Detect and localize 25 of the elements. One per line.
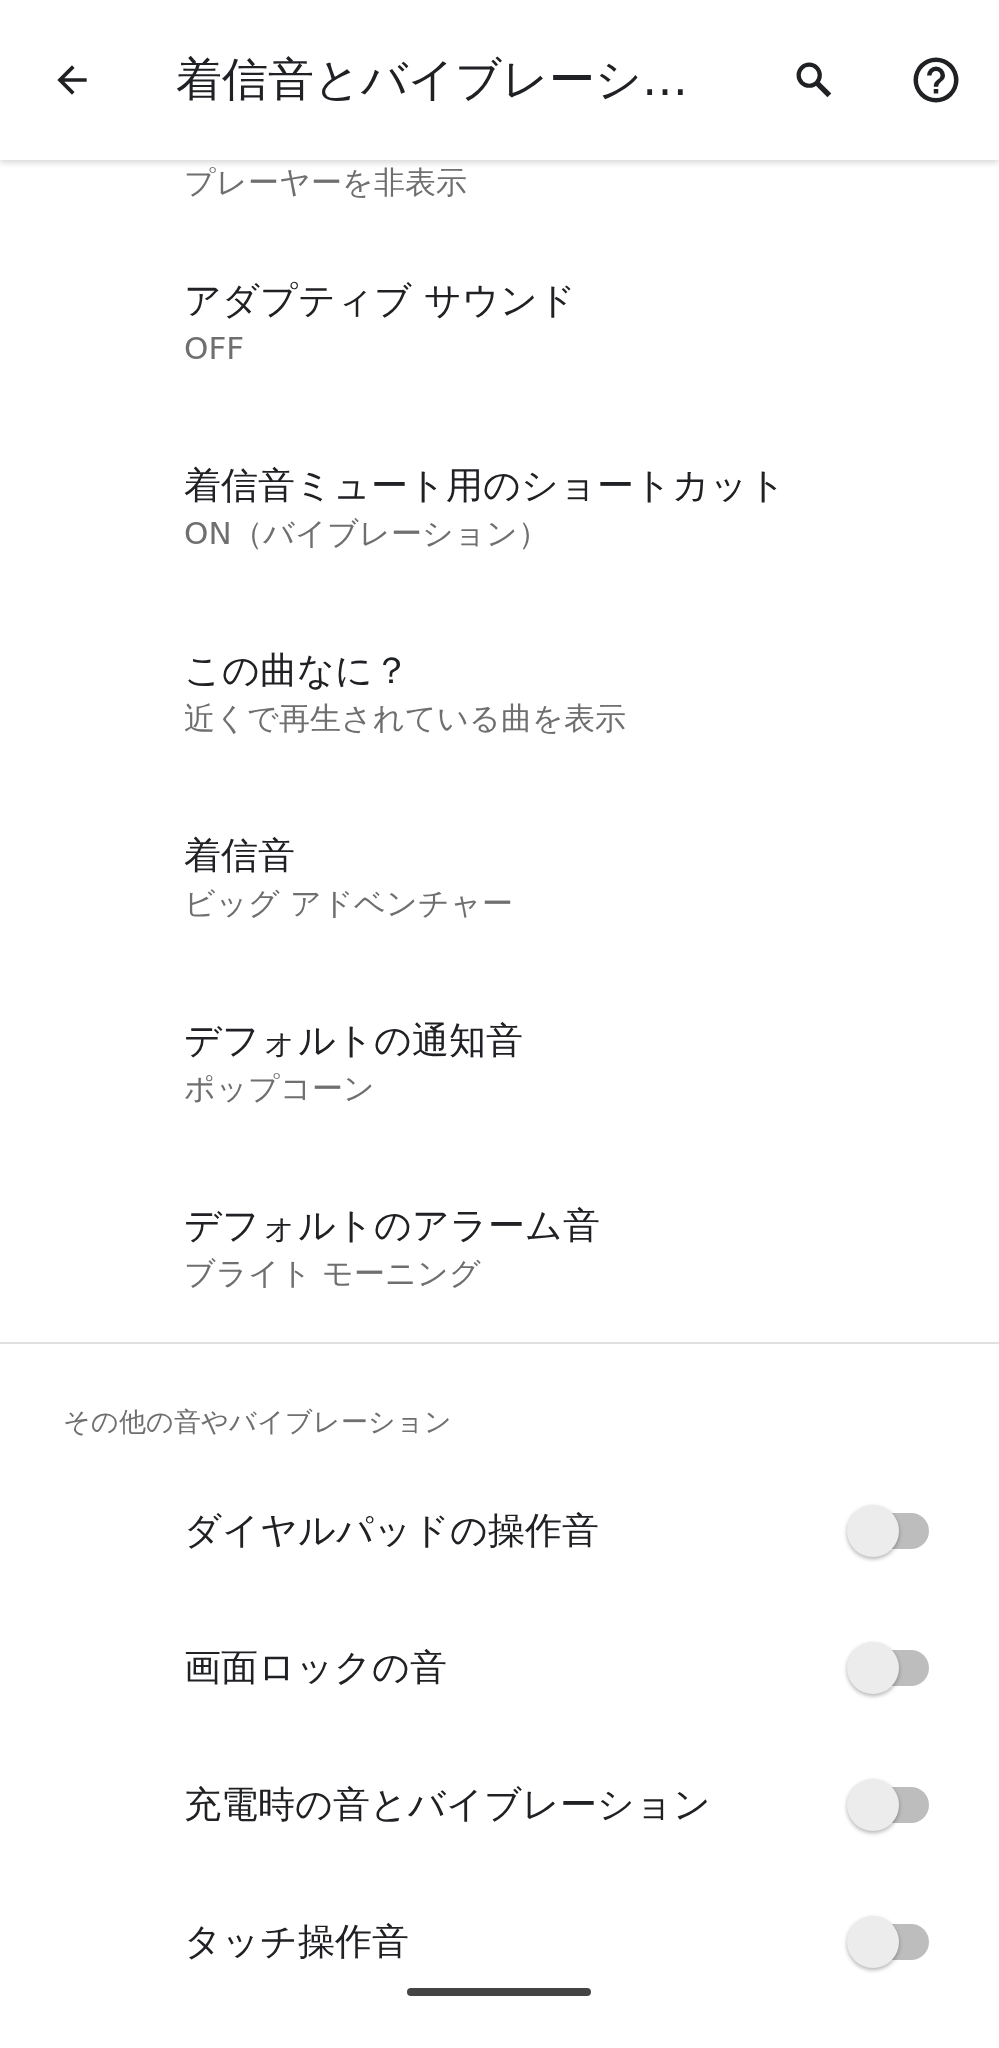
setting-subtitle: ブライト モーニング [184, 1253, 482, 1293]
setting-item[interactable]: デフォルトの通知音 ポップコーン [0, 970, 999, 1155]
section-header: その他の音やバイブレーション [63, 1406, 452, 1437]
setting-subtitle: 近くで再生されている曲を表示 [184, 698, 627, 738]
setting-item[interactable]: アダプティブ サウンド OFF [0, 230, 999, 415]
setting-title: デフォルトの通知音 [184, 1017, 524, 1064]
setting-subtitle: ON（バイブレーション） [184, 513, 550, 553]
setting-title: アダプティブ サウンド [184, 277, 577, 324]
setting-item[interactable]: この曲なに？ 近くで再生されている曲を表示 [0, 600, 999, 785]
setting-title: この曲なに？ [184, 647, 411, 694]
setting-subtitle: ビッグ アドベンチャー [184, 883, 514, 923]
setting-subtitle: OFF [184, 328, 246, 368]
screen-title: 着信音とバイブレーシ… [176, 51, 689, 108]
setting-subtitle: ポップコーン [184, 1068, 376, 1108]
setting-item[interactable]: デフォルトのアラーム音 ブライト モーニング [0, 1155, 999, 1340]
toggle-label: ダイヤルパッドの操作音 [184, 1507, 599, 1554]
setting-item[interactable]: 着信音 ビッグ アドベンチャー [0, 785, 999, 970]
setting-title: 着信音 [184, 832, 296, 879]
setting-title: 着信音ミュート用のショートカット [184, 462, 787, 509]
toggle-label: タッチ操作音 [184, 1918, 409, 1965]
setting-subtitle: プレーヤーを非表示 [184, 163, 467, 202]
toggle-label: 充電時の音とバイブレーション [184, 1781, 711, 1828]
setting-item[interactable]: 着信音ミュート用のショートカット ON（バイブレーション） [0, 415, 999, 600]
setting-title: デフォルトのアラーム音 [184, 1202, 601, 1249]
toggle-label: 画面ロックの音 [184, 1644, 447, 1691]
